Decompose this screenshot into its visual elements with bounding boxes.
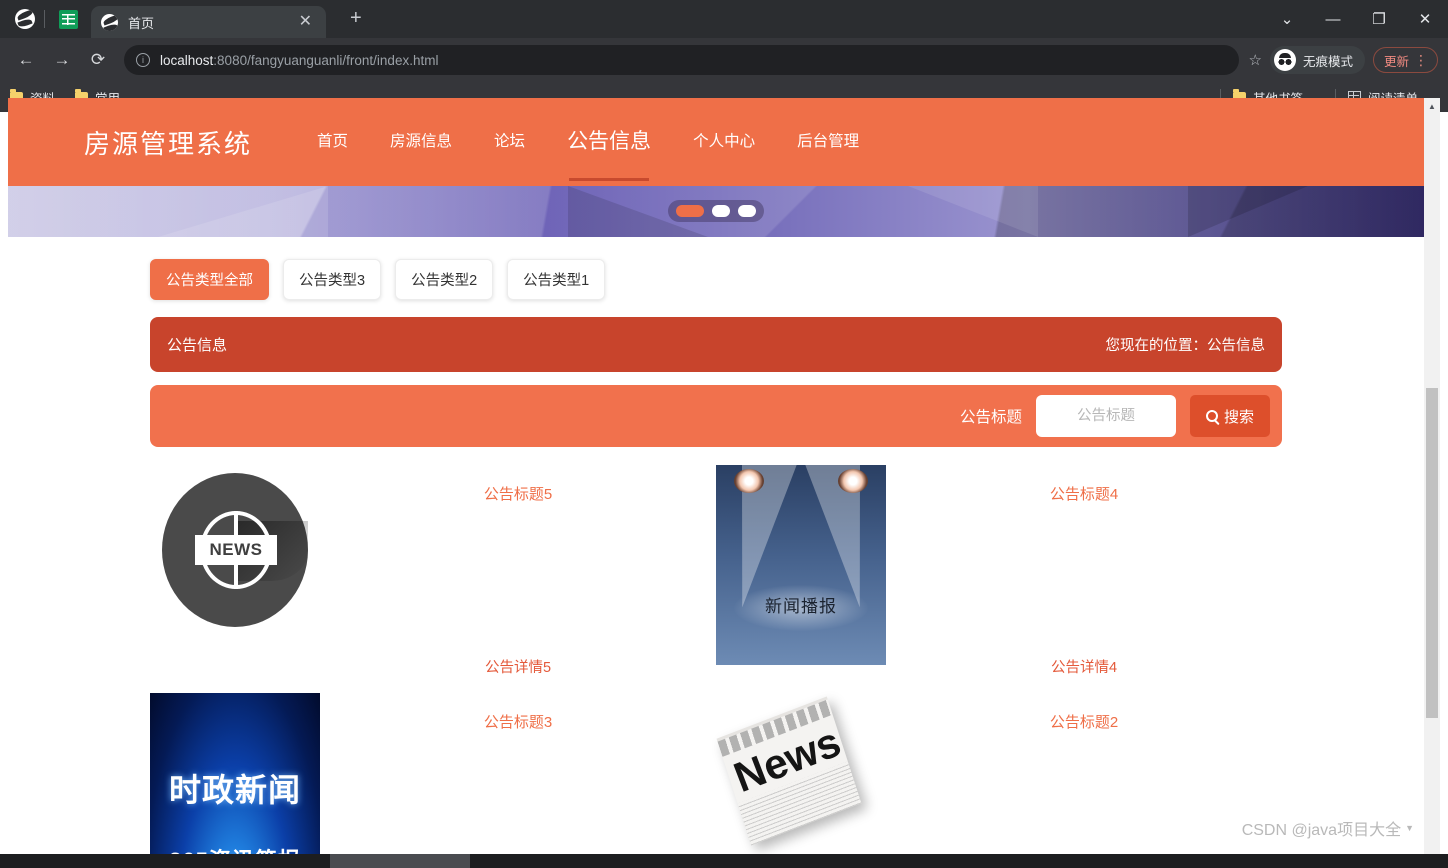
back-icon[interactable]: ← — [10, 44, 42, 76]
filter-chip-all[interactable]: 公告类型全部 — [150, 259, 269, 300]
announcement-desc[interactable]: 公告详情5 — [485, 656, 551, 677]
search-icon — [1205, 410, 1218, 422]
scroll-up-icon[interactable]: ▲ — [1424, 98, 1440, 114]
announcement-body: 公告标题2 — [886, 693, 1282, 854]
breadcrumb: 公告信息 您现在的位置：公告信息 — [150, 317, 1282, 372]
site-nav: 首页 房源信息 论坛 公告信息 个人中心 后台管理 — [317, 125, 901, 181]
nav-item-gonggaoxinxi[interactable]: 公告信息 — [567, 125, 651, 181]
address-bar[interactable]: i localhost :8080/fangyuanguanli/front/i… — [124, 45, 1239, 75]
decorative-shape — [908, 186, 1038, 237]
nav-item-shouye[interactable]: 首页 — [317, 129, 348, 155]
search-bar: 公告标题 搜索 — [150, 385, 1282, 447]
nav-item-luntan[interactable]: 论坛 — [494, 129, 525, 155]
strip-globe-icon[interactable] — [8, 2, 42, 36]
announcement-desc[interactable]: 公告详情4 — [1051, 656, 1117, 677]
search-input[interactable] — [1035, 395, 1176, 437]
search-button[interactable]: 搜索 — [1189, 395, 1270, 437]
minimize-icon[interactable]: — — [1310, 0, 1356, 38]
carousel-dot-1[interactable] — [676, 205, 704, 217]
announcement-type-filters: 公告类型全部 公告类型3 公告类型2 公告类型1 — [8, 237, 1424, 300]
announcement-title[interactable]: 公告标题3 — [484, 711, 552, 732]
update-button[interactable]: 更新 ⋮ — [1372, 47, 1438, 73]
announcement-title[interactable]: 公告标题4 — [1050, 483, 1118, 504]
decorative-shape — [158, 186, 328, 237]
google-sheets-icon[interactable] — [51, 2, 85, 36]
search-button-label: 搜索 — [1223, 408, 1254, 426]
carousel-dot-2[interactable] — [712, 205, 730, 217]
announcement-card[interactable]: News 公告标题2 — [716, 693, 1282, 854]
tab-strip: 首页 ✕ + ⌄ — ❐ ✕ — [0, 0, 1448, 38]
bookmark-star-icon[interactable]: ☆ — [1249, 51, 1262, 69]
announcement-grid: NEWS 公告标题5 公告详情5 新闻播报 公告标题4 公告详情4 时政新闻 公… — [8, 447, 1424, 854]
nav-item-gerenzhongxin[interactable]: 个人中心 — [693, 129, 755, 155]
tab-title: 首页 — [128, 15, 155, 31]
news-image-text-secondary: 365资讯简报 — [150, 843, 320, 854]
shizheng-news-image: 时政新闻 365资讯简报 — [150, 693, 320, 854]
expand-icon[interactable]: ⌄ — [1264, 0, 1310, 38]
page-content: 公告类型全部 公告类型3 公告类型2 公告类型1 公告信息 您现在的位置：公告信… — [8, 237, 1424, 854]
search-field-label: 公告标题 — [959, 409, 1022, 426]
forward-icon[interactable]: → — [46, 44, 78, 76]
site-brand: 房源管理系统 — [84, 128, 253, 159]
nav-item-houtaiguanli[interactable]: 后台管理 — [797, 129, 859, 155]
carousel-dot-3[interactable] — [738, 205, 756, 217]
close-window-icon[interactable]: ✕ — [1402, 0, 1448, 38]
browser-tab[interactable]: 首页 ✕ — [91, 6, 326, 38]
kebab-menu-icon[interactable]: ⋮ — [1409, 53, 1433, 67]
update-label: 更新 — [1383, 54, 1409, 69]
taskbar-item[interactable] — [330, 854, 470, 868]
os-taskbar — [0, 854, 1448, 868]
tab-close-icon[interactable]: ✕ — [295, 14, 316, 30]
breadcrumb-location: 您现在的位置：公告信息 — [1105, 338, 1266, 354]
reload-icon[interactable]: ⟳ — [82, 44, 114, 76]
page-viewport: 房源管理系统 首页 房源信息 论坛 公告信息 个人中心 后台管理 公告类型全部 … — [8, 98, 1440, 854]
new-tab-button[interactable]: + — [342, 4, 370, 32]
vertical-scrollbar[interactable]: ▲ — [1424, 98, 1440, 854]
browser-toolbar: ← → ⟳ i localhost :8080/fangyuanguanli/f… — [0, 38, 1448, 82]
filter-chip-type3[interactable]: 公告类型3 — [283, 259, 382, 300]
page-title: 公告信息 — [167, 337, 228, 354]
browser-window: 首页 ✕ + ⌄ — ❐ ✕ ← → ⟳ i localhost :8080/f… — [0, 0, 1448, 868]
window-controls: ⌄ — ❐ ✕ — [1264, 0, 1448, 38]
watermark: CSDN @java项目大全 ▼ — [1242, 816, 1414, 840]
filter-chip-type2[interactable]: 公告类型2 — [395, 259, 494, 300]
site-header: 房源管理系统 首页 房源信息 论坛 公告信息 个人中心 后台管理 — [8, 98, 1424, 186]
watermark-text: CSDN @java项目大全 — [1241, 822, 1402, 839]
chevron-down-icon: ▼ — [1405, 823, 1414, 833]
news-image-text: NEWS — [195, 535, 277, 565]
hero-carousel[interactable] — [8, 186, 1424, 237]
announcement-title[interactable]: 公告标题5 — [484, 483, 552, 504]
announcement-card[interactable]: NEWS 公告标题5 公告详情5 — [150, 465, 716, 693]
newspaper-image: News — [716, 693, 886, 854]
announcement-card[interactable]: 时政新闻 365资讯简报 公告标题3 — [150, 693, 716, 854]
maximize-icon[interactable]: ❐ — [1356, 0, 1402, 38]
incognito-label: 无痕模式 — [1302, 54, 1353, 69]
incognito-indicator[interactable]: 无痕模式 — [1269, 46, 1365, 74]
scrollbar-thumb[interactable] — [1426, 388, 1438, 718]
news-image-text-primary: 时政新闻 — [168, 772, 301, 808]
carousel-indicators — [668, 200, 764, 222]
web-page: 房源管理系统 首页 房源信息 论坛 公告信息 个人中心 后台管理 公告类型全部 … — [8, 98, 1424, 854]
divider — [44, 10, 45, 28]
news-globe-image: NEWS — [150, 465, 320, 693]
announcement-body: 公告标题3 — [320, 693, 716, 854]
incognito-icon — [1273, 49, 1296, 71]
site-info-icon[interactable]: i — [136, 53, 150, 67]
announcement-title[interactable]: 公告标题2 — [1050, 711, 1118, 732]
decorative-shape — [1188, 186, 1308, 237]
url-host: localhost — [160, 52, 214, 68]
url-path: :8080/fangyuanguanli/front/index.html — [213, 52, 439, 68]
tab-favicon-globe-icon — [101, 13, 118, 31]
filter-chip-type1[interactable]: 公告类型1 — [507, 259, 606, 300]
announcement-card[interactable]: 新闻播报 公告标题4 公告详情4 — [716, 465, 1282, 693]
spotlight-image: 新闻播报 — [716, 465, 886, 693]
nav-item-fangyuanxinxi[interactable]: 房源信息 — [390, 129, 452, 155]
announcement-body: 公告标题4 公告详情4 — [886, 465, 1282, 693]
news-image-text: 新闻播报 — [765, 597, 837, 616]
announcement-body: 公告标题5 公告详情5 — [320, 465, 716, 693]
